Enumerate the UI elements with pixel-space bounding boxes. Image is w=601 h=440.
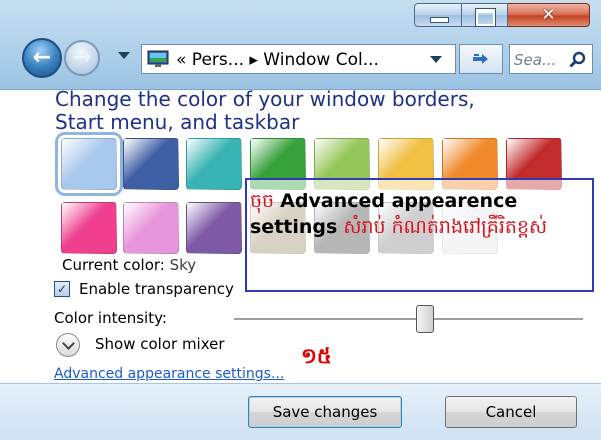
step-number: ១៥ [301,344,332,368]
window-color-dialog: ✕ ← → « Pers... ▸ Window Col... Sea... C… [0,0,601,440]
color-mixer-expander[interactable] [56,333,80,357]
color-intensity-thumb[interactable] [416,305,435,333]
annotation-text: ចុច Advanced appearence settings សំរាប់ … [250,188,592,240]
heading-line-1: Change the color of your window borders, [55,87,475,111]
refresh-icon [473,54,488,64]
annotation-prefix: ចុច [250,190,275,212]
address-bar[interactable]: « Pers... ▸ Window Col... [141,44,456,74]
maximize-button[interactable] [462,3,508,27]
search-placeholder: Sea... [514,51,557,69]
back-arrow-icon: ← [32,45,52,70]
transparency-label[interactable]: Enable transparency [79,280,234,298]
current-color-label: Current color: [62,256,165,274]
recent-pages-dropdown[interactable] [118,52,130,59]
search-input[interactable]: Sea... [509,44,593,74]
show-color-mixer-label[interactable]: Show color mixer [95,335,225,353]
checkmark-icon: ✓ [56,282,68,296]
chevron-down-icon [61,336,75,350]
refresh-button[interactable] [459,44,503,74]
forward-arrow-icon: → [72,45,92,70]
search-icon[interactable] [569,51,587,69]
transparency-checkbox[interactable]: ✓ [54,281,70,297]
color-intensity-slider[interactable] [234,318,583,321]
color-swatch[interactable] [61,202,117,254]
heading-line-2: Start menu, and taskbar [55,110,300,134]
page-heading: Change the color of your window borders,… [55,88,475,134]
current-color-value: Sky [169,256,197,274]
close-button[interactable]: ✕ [508,3,590,27]
dialog-footer: Save changes Cancel [0,383,601,440]
back-button[interactable]: ← [22,38,62,78]
minimize-icon [430,17,449,23]
color-swatch[interactable] [123,138,179,190]
title-and-nav-bar: ✕ ← → « Pers... ▸ Window Col... Sea... [0,0,601,90]
advanced-appearance-link[interactable]: Advanced appearance settings... [54,366,284,382]
display-settings-icon [147,50,169,67]
color-swatch[interactable] [186,202,242,254]
maximize-icon [475,8,496,27]
minimize-button[interactable] [414,3,462,27]
color-swatch[interactable] [123,202,179,254]
forward-button[interactable]: → [64,40,100,76]
color-swatch[interactable] [186,138,242,190]
close-icon: ✕ [541,5,556,25]
save-changes-button[interactable]: Save changes [248,396,402,428]
annotation-callout: ចុច Advanced appearence settings សំរាប់ … [245,178,594,292]
address-dropdown-icon[interactable] [430,56,442,63]
color-intensity-label: Color intensity: [54,309,167,327]
color-swatch[interactable] [55,132,123,196]
cancel-button[interactable]: Cancel [445,396,577,428]
current-color-row: Current color: Sky [62,256,196,274]
annotation-khmer: សំរាប់ កំណត់រាងរៅគ្រឺរិតខ្ពស់ [343,216,548,238]
address-breadcrumb: « Pers... ▸ Window Col... [176,50,379,70]
